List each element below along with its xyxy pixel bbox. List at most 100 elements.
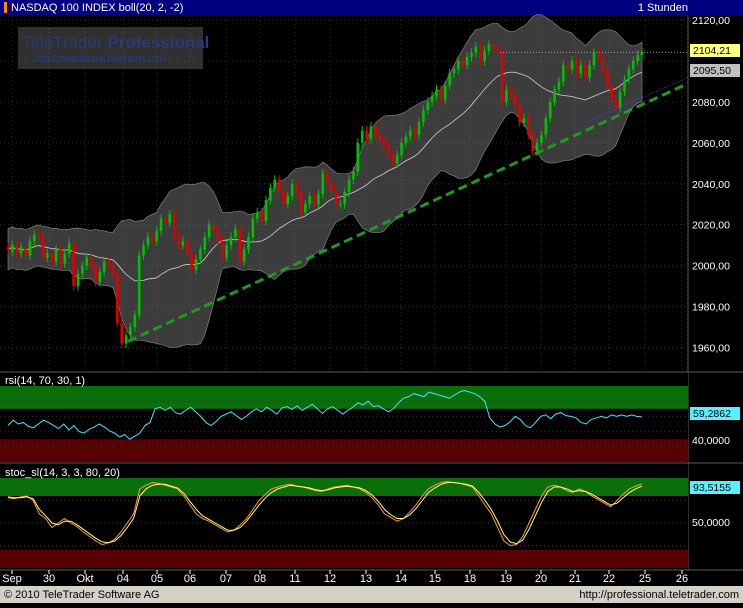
- candle-body: [41, 236, 45, 258]
- x-tick-label: 20: [535, 573, 547, 585]
- candle-body: [483, 50, 486, 61]
- candle-body: [194, 259, 198, 270]
- candle-body: [312, 196, 316, 205]
- candle-body: [129, 327, 132, 336]
- price-tick-label: 2020,00: [692, 220, 730, 232]
- price-tick-label: 1980,00: [692, 302, 730, 314]
- candle-body: [124, 335, 128, 344]
- candle-body: [67, 243, 71, 254]
- interval-label[interactable]: 1 Stunden: [638, 2, 688, 14]
- candle-body: [557, 81, 561, 90]
- candle-body: [461, 60, 465, 66]
- candle-body: [465, 56, 469, 66]
- candle-body: [299, 191, 303, 213]
- candle-body: [155, 230, 158, 242]
- candle-body: [234, 228, 237, 237]
- x-tick-label: 11: [289, 573, 300, 585]
- candle-body: [347, 179, 351, 192]
- price-tick-label: 2000,00: [692, 261, 730, 273]
- candle-body: [513, 95, 517, 106]
- candle-body: [72, 243, 75, 287]
- candle-body: [321, 173, 325, 194]
- candle-body: [334, 191, 338, 205]
- candle-body: [566, 65, 569, 70]
- candle-body: [199, 249, 202, 260]
- candle-body: [225, 245, 228, 258]
- candle-body: [356, 142, 360, 172]
- candle-body: [544, 118, 548, 135]
- chart-canvas[interactable]: NASDAQ 100 INDEX boll(20, 2, -2) 1 Stund…: [0, 0, 743, 603]
- candle-body: [435, 89, 438, 96]
- candle-body: [601, 58, 604, 72]
- x-tick-label: 12: [324, 573, 336, 585]
- candle-body: [426, 101, 430, 111]
- rsi-tick: 40,0000: [692, 435, 730, 447]
- candle-body: [317, 194, 320, 205]
- candle-body: [365, 130, 368, 139]
- x-tick-label: Sep: [2, 573, 22, 585]
- candle-body: [50, 253, 54, 262]
- candle-body: [395, 155, 399, 164]
- candle-body: [308, 196, 311, 205]
- candle-body: [631, 60, 635, 70]
- candle-body: [168, 214, 172, 223]
- x-tick-label: 04: [117, 573, 129, 585]
- candle-body: [325, 173, 329, 184]
- candle-body: [260, 212, 263, 221]
- price-tick-label: 2040,00: [692, 179, 730, 191]
- candle-body: [282, 191, 285, 205]
- candle-body: [610, 85, 613, 100]
- candle-body: [360, 130, 364, 143]
- candle-body: [76, 273, 80, 287]
- candle-body: [290, 183, 294, 197]
- logo-brand-bold: Professional: [107, 33, 209, 52]
- candle-body: [177, 236, 180, 246]
- candle-body: [588, 65, 591, 78]
- candle-body: [277, 179, 281, 192]
- logo-text: TeleTrader Professional: [22, 33, 209, 52]
- candle-body: [19, 247, 23, 254]
- candle-body: [452, 69, 456, 74]
- candle-body: [264, 200, 268, 221]
- candle-body: [255, 212, 259, 219]
- logo-url: http://professional.teletrader.com/: [34, 53, 168, 63]
- stoc-tick: 50,0000: [692, 517, 730, 529]
- candle-body: [102, 261, 106, 272]
- candle-body: [531, 134, 534, 152]
- candle-body: [553, 89, 556, 102]
- candle-body: [570, 60, 574, 70]
- chart-window: NASDAQ 100 INDEX boll(20, 2, -2) 1 Stund…: [0, 0, 743, 603]
- candle-body: [190, 253, 193, 270]
- candle-body: [443, 85, 447, 100]
- price-tick-label: 2080,00: [692, 97, 730, 109]
- candle-body: [339, 204, 342, 206]
- candle-body: [185, 241, 189, 254]
- candle-body: [89, 257, 93, 266]
- candle-body: [627, 69, 631, 80]
- x-tick-label: 08: [254, 573, 266, 585]
- candle-body: [487, 44, 491, 51]
- x-tick-label: 26: [676, 573, 688, 585]
- footer-copyright: © 2010 TeleTrader Software AG: [4, 589, 159, 601]
- candle-body: [457, 60, 460, 70]
- candle-body: [216, 230, 220, 242]
- candle-body: [408, 130, 412, 137]
- candle-body: [286, 196, 290, 205]
- stoc-label: stoc_sl(14, 3, 3, 80, 20): [5, 467, 120, 479]
- candle-body: [120, 322, 123, 344]
- x-tick-label: 15: [429, 573, 441, 585]
- candle-body: [330, 183, 333, 192]
- x-tick-label: 14: [395, 573, 407, 585]
- candle-body: [59, 249, 62, 264]
- candle-body: [295, 183, 298, 192]
- candle-body: [500, 52, 504, 102]
- candle-body: [614, 99, 618, 109]
- candle-body: [518, 105, 521, 123]
- x-tick-label: 06: [184, 573, 196, 585]
- candle-body: [32, 234, 36, 242]
- series-color-marker: [4, 2, 7, 13]
- candle-body: [540, 134, 543, 143]
- rsi-label: rsi(14, 70, 30, 1): [5, 375, 85, 387]
- footer-url[interactable]: http://professional.teletrader.com: [579, 589, 739, 601]
- price-tick-label: 2060,00: [692, 138, 730, 150]
